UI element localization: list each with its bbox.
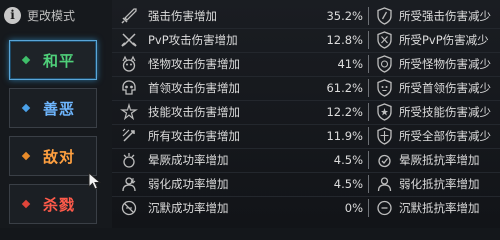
info-icon[interactable]: i bbox=[4, 6, 21, 24]
monster-icon bbox=[122, 55, 136, 72]
stat-row: 所有攻击伤害增加 11.9% 所受全部伤害减少 bbox=[112, 124, 500, 149]
all-attack-icon bbox=[122, 128, 135, 142]
stat-name: 强击伤害增加 bbox=[148, 9, 217, 23]
shield-icon bbox=[377, 7, 392, 25]
crossed-swords-icon bbox=[121, 33, 137, 47]
skill-icon bbox=[120, 103, 138, 121]
mode-button-hostile[interactable]: 敌对 bbox=[9, 136, 97, 176]
divider bbox=[368, 127, 369, 145]
stat-value: 4.5% bbox=[333, 153, 363, 167]
divider bbox=[368, 31, 369, 49]
stat-reduction-name: 所受技能伤害减少 bbox=[399, 105, 491, 119]
stat-row: 技能攻击伤害增加 12.2% 所受技能伤害减少 bbox=[112, 100, 500, 125]
mode-button-slaughter[interactable]: 杀戮 bbox=[9, 184, 97, 224]
divider bbox=[368, 151, 369, 169]
stat-reduction-name: 所受强击伤害减少 bbox=[399, 9, 491, 23]
stat-reduction-name: 所受怪物伤害减少 bbox=[399, 57, 491, 71]
stat-reduction-name: 弱化抵抗率增加 bbox=[399, 177, 480, 191]
diamond-icon bbox=[21, 199, 31, 209]
mode-button-good-evil[interactable]: 善恶 bbox=[9, 88, 97, 128]
silence-resist-icon bbox=[377, 200, 392, 216]
sword-icon bbox=[121, 8, 137, 24]
shield-swords-icon bbox=[377, 31, 392, 49]
stun-resist-icon bbox=[378, 154, 391, 168]
mode-header: i 更改模式 bbox=[4, 4, 75, 26]
mode-header-title: 更改模式 bbox=[27, 8, 76, 23]
divider bbox=[368, 199, 369, 217]
mode-button-peace[interactable]: 和平 bbox=[9, 40, 97, 80]
stat-reduction-name: 所受首领伤害减少 bbox=[399, 81, 491, 95]
stat-row: 弱化成功率增加 4.5% 弱化抵抗率增加 bbox=[112, 172, 500, 197]
stat-reduction-name: 晕厥抵抗率增加 bbox=[399, 153, 480, 167]
stat-value: 4.5% bbox=[333, 177, 363, 191]
stat-row: 怪物攻击伤害增加 41% 所受怪物伤害减少 bbox=[112, 52, 500, 77]
stat-row: PvP攻击伤害增加 12.8% 所受PvP伤害减少 bbox=[112, 28, 500, 53]
stat-row: 强击伤害增加 35.2% 所受强击伤害减少 bbox=[112, 4, 500, 29]
stat-reduction-name: 所受全部伤害减少 bbox=[399, 129, 491, 143]
weaken-icon bbox=[122, 177, 136, 192]
stat-name: 首领攻击伤害增加 bbox=[148, 81, 240, 95]
stat-value: 61.2% bbox=[326, 81, 363, 95]
diamond-icon bbox=[21, 55, 31, 65]
stat-value: 11.9% bbox=[326, 129, 363, 143]
stat-list: 强击伤害增加 35.2% 所受强击伤害减少 PvP攻击伤害增加 12.8% 所受… bbox=[112, 0, 500, 228]
stat-row: 晕厥成功率增加 4.5% 晕厥抵抗率增加 bbox=[112, 148, 500, 173]
mode-panel: i 更改模式 和平 善恶 敌对 杀戮 bbox=[0, 0, 112, 228]
boss-skull-icon bbox=[122, 80, 136, 95]
stat-name: 晕厥成功率增加 bbox=[148, 153, 229, 167]
shield-monster-icon bbox=[377, 55, 392, 73]
stat-value: 12.8% bbox=[326, 33, 363, 47]
divider bbox=[368, 7, 369, 25]
stat-name: 技能攻击伤害增加 bbox=[148, 105, 240, 119]
shield-skill-icon bbox=[377, 103, 392, 121]
divider bbox=[368, 103, 369, 121]
mode-label: 敌对 bbox=[43, 147, 76, 166]
stat-value: 0% bbox=[344, 201, 363, 215]
stat-value: 41% bbox=[337, 57, 363, 71]
mode-label: 杀戮 bbox=[43, 195, 76, 214]
divider bbox=[368, 55, 369, 73]
stat-row: 沉默成功率增加 0% 沉默抵抗率增加 bbox=[112, 196, 500, 220]
stat-row: 首领攻击伤害增加 61.2% 所受首领伤害减少 bbox=[112, 76, 500, 101]
stats-screen: i 更改模式 和平 善恶 敌对 杀戮 强击伤害增加 35.2% 所受强击伤害减少… bbox=[0, 0, 500, 228]
stat-name: 所有攻击伤害增加 bbox=[148, 129, 240, 143]
stun-icon bbox=[123, 153, 135, 168]
shield-boss-icon bbox=[377, 79, 392, 97]
divider bbox=[368, 79, 369, 97]
stat-reduction-name: 沉默抵抗率增加 bbox=[399, 201, 480, 215]
shield-all-icon bbox=[377, 127, 392, 145]
stat-reduction-name: 所受PvP伤害减少 bbox=[399, 33, 489, 47]
mode-label: 和平 bbox=[43, 51, 76, 70]
mode-label: 善恶 bbox=[43, 99, 76, 118]
silence-icon bbox=[121, 200, 137, 216]
mouse-cursor-icon bbox=[88, 172, 102, 190]
diamond-icon bbox=[21, 103, 31, 113]
stat-name: 弱化成功率增加 bbox=[148, 177, 229, 191]
weaken-resist-icon bbox=[377, 177, 392, 192]
stat-value: 35.2% bbox=[326, 9, 363, 23]
divider bbox=[368, 175, 369, 193]
stat-value: 12.2% bbox=[326, 105, 363, 119]
stat-name: PvP攻击伤害增加 bbox=[148, 33, 238, 47]
diamond-icon bbox=[21, 151, 31, 161]
stat-name: 怪物攻击伤害增加 bbox=[148, 57, 240, 71]
stat-name: 沉默成功率增加 bbox=[148, 201, 229, 215]
